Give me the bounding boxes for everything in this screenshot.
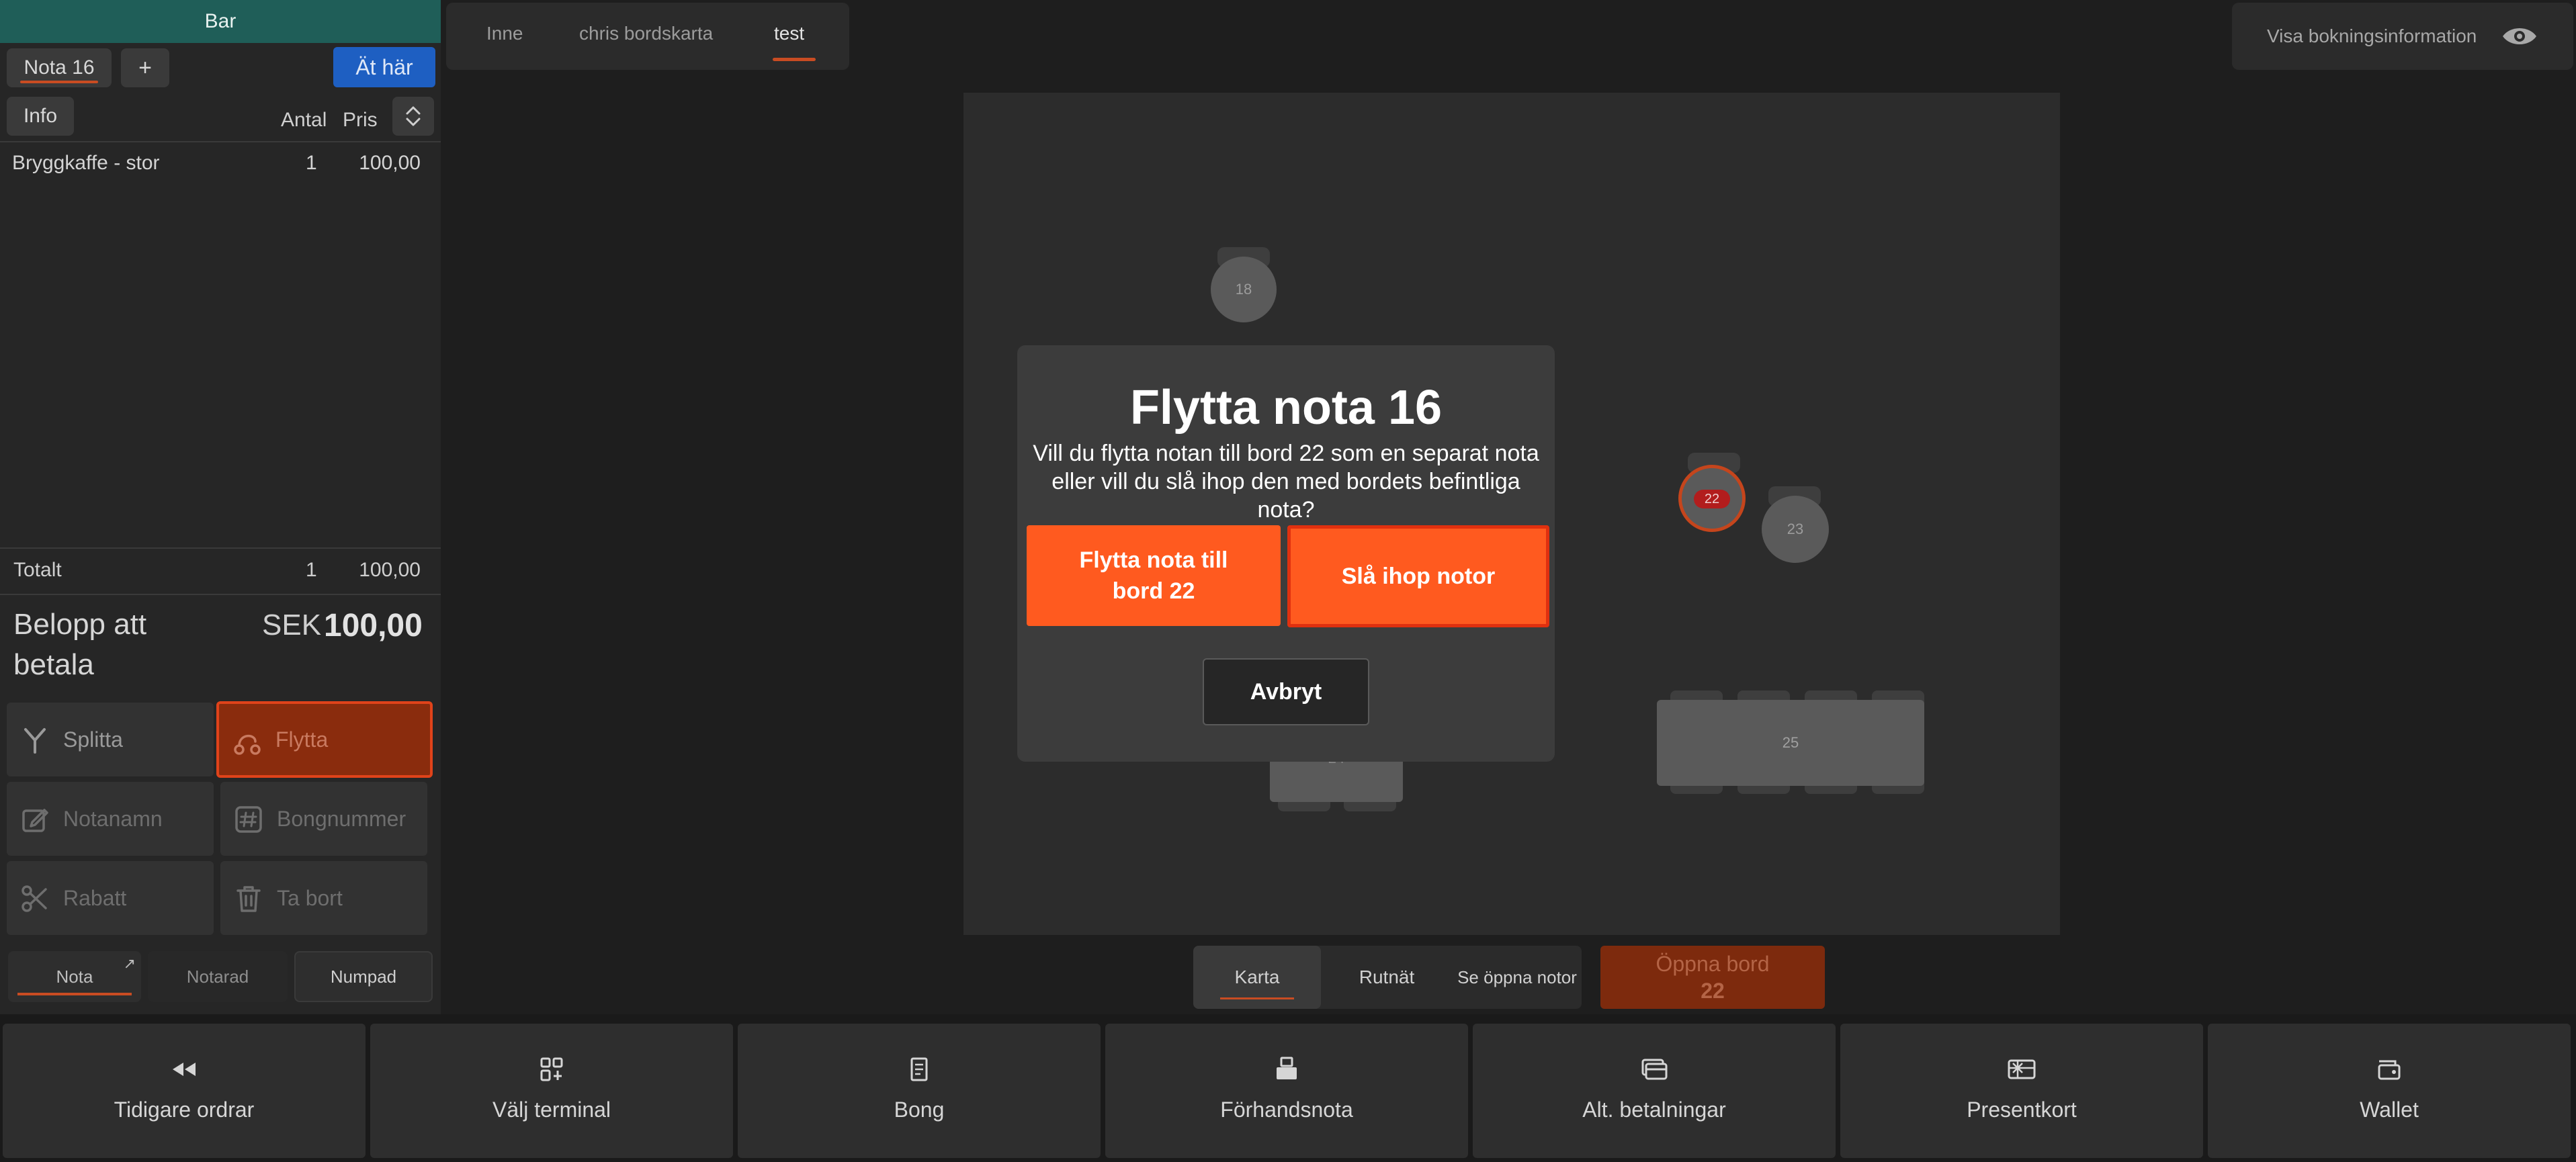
move-icon xyxy=(234,735,261,755)
open-table-button[interactable]: Öppna bord 22 xyxy=(1600,946,1825,1009)
total-label: Totalt xyxy=(13,559,62,581)
amount-due-value: 100,00 xyxy=(324,608,423,643)
add-nota-button[interactable]: + xyxy=(121,48,169,87)
booking-info-button[interactable]: Visa bokningsinformation xyxy=(2232,3,2573,70)
scissors-icon xyxy=(22,885,47,912)
previous-orders-label: Tidigare ordrar xyxy=(114,1098,255,1122)
gift-card-button[interactable]: Presentkort xyxy=(1840,1024,2203,1158)
wallet-label: Wallet xyxy=(2360,1098,2419,1122)
column-header-qty: Antal xyxy=(281,109,327,131)
table-18[interactable]: 18 xyxy=(1211,257,1277,322)
tab-active-indicator xyxy=(1220,997,1294,999)
delete-button[interactable]: Ta bort xyxy=(220,861,427,935)
tab-chris-bordskarta[interactable]: chris bordskarta xyxy=(579,23,713,44)
open-table-label: Öppna bord xyxy=(1656,952,1770,976)
tab-nota-16[interactable]: Nota 16 xyxy=(7,48,112,87)
dialog-message: Vill du flytta notan till bord 22 som en… xyxy=(1033,441,1539,523)
split-button[interactable]: Splitta xyxy=(7,703,214,776)
total-value: 100,00 xyxy=(359,559,421,581)
view-tab-map[interactable]: Karta xyxy=(1193,946,1321,1009)
discount-label: Rabatt xyxy=(63,885,127,910)
trash-icon xyxy=(237,886,261,912)
wallet-icon xyxy=(2378,1060,2401,1080)
cancel-button[interactable]: Avbryt xyxy=(1203,658,1369,725)
move-nota-dialog: Flytta nota 16 Vill du flytta notan till… xyxy=(1017,345,1555,762)
view-tab-map-label: Karta xyxy=(1234,967,1280,987)
note-name-button[interactable]: Notanamn xyxy=(7,782,214,856)
alt-payments-button[interactable]: Alt. betalningar xyxy=(1473,1024,1836,1158)
tab-active-indicator xyxy=(773,58,816,61)
item-name: Bryggkaffe - stor xyxy=(12,152,160,174)
bong-number-button[interactable]: Bongnummer xyxy=(220,782,427,856)
total-row: Totalt 1 100,00 xyxy=(0,556,441,590)
tab-test[interactable]: test xyxy=(774,23,804,44)
eat-here-button[interactable]: Ät här xyxy=(333,47,435,87)
eye-icon xyxy=(2503,28,2536,44)
total-qty: 1 xyxy=(306,559,317,581)
note-name-label: Notanamn xyxy=(63,806,163,831)
move-label: Flytta xyxy=(275,727,329,752)
bong-label: Bong xyxy=(894,1098,945,1122)
table-23[interactable]: 23 xyxy=(1762,496,1829,563)
terminal-header: Bar xyxy=(0,0,441,43)
table-22-badge: 22 xyxy=(1694,490,1730,508)
dialog-title: Flytta nota 16 xyxy=(1129,381,1443,435)
receipt-icon xyxy=(910,1057,928,1081)
order-item-row[interactable]: Bryggkaffe - stor 1 100,00 xyxy=(0,149,441,183)
view-tab-open-notes[interactable]: Se öppna notor xyxy=(1453,946,1582,1009)
tab-active-indicator xyxy=(20,81,98,83)
mode-tab-nota[interactable]: Nota ↗ xyxy=(8,951,141,1002)
wallet-button[interactable]: Wallet xyxy=(2208,1024,2571,1158)
info-button[interactable]: Info xyxy=(7,97,74,136)
tab-nota-label: Nota 16 xyxy=(24,56,95,79)
amount-due-label: Belopp att betala xyxy=(13,608,147,681)
pin-icon: ↗ xyxy=(123,955,136,972)
rewind-icon xyxy=(173,1063,196,1076)
hash-icon xyxy=(235,806,262,833)
table-25[interactable]: 25 xyxy=(1657,700,1924,786)
edit-icon xyxy=(22,809,48,832)
pre-bill-button[interactable]: Förhandsnota xyxy=(1105,1024,1468,1158)
move-button[interactable]: Flytta xyxy=(216,701,433,778)
view-tab-grid[interactable]: Rutnät xyxy=(1321,946,1453,1009)
gift-card-icon xyxy=(2008,1059,2036,1079)
bong-number-label: Bongnummer xyxy=(277,806,406,831)
table-22[interactable]: 22 xyxy=(1678,465,1746,532)
pre-bill-label: Förhandsnota xyxy=(1220,1098,1353,1122)
move-as-separate-button[interactable]: Flytta nota till bord 22 xyxy=(1027,525,1281,626)
discount-button[interactable]: Rabatt xyxy=(7,861,214,935)
split-label: Splitta xyxy=(63,727,123,752)
mode-nota-label: Nota xyxy=(56,966,93,987)
gift-card-label: Presentkort xyxy=(1967,1098,2077,1122)
alt-payments-label: Alt. betalningar xyxy=(1582,1098,1726,1122)
divider xyxy=(0,141,441,142)
split-icon xyxy=(24,728,46,754)
open-table-number: 22 xyxy=(1701,979,1725,1003)
previous-orders-button[interactable]: Tidigare ordrar xyxy=(3,1024,366,1158)
column-header-price: Pris xyxy=(343,109,378,131)
select-terminal-button[interactable]: Välj terminal xyxy=(370,1024,733,1158)
bong-button[interactable]: Bong xyxy=(738,1024,1101,1158)
sort-chevrons-icon xyxy=(406,106,421,126)
booking-info-label: Visa bokningsinformation xyxy=(2267,26,2477,46)
merge-notes-button[interactable]: Slå ihop notor xyxy=(1287,525,1549,627)
delete-label: Ta bort xyxy=(277,885,343,910)
divider xyxy=(0,594,441,595)
view-tabs: Karta Rutnät Se öppna notor xyxy=(1193,946,1582,1009)
amount-currency: SEK xyxy=(262,609,322,641)
mode-tab-notarad[interactable]: Notarad xyxy=(148,951,288,1002)
sort-button[interactable] xyxy=(392,97,434,136)
tab-inne[interactable]: Inne xyxy=(486,23,523,44)
item-price: 100,00 xyxy=(359,152,421,174)
item-qty: 1 xyxy=(306,152,317,174)
divider xyxy=(0,547,441,549)
printer-icon xyxy=(1277,1057,1297,1079)
tab-active-indicator xyxy=(17,993,132,995)
terminal-icon xyxy=(540,1057,563,1081)
mode-tab-numpad[interactable]: Numpad xyxy=(294,951,433,1002)
cards-icon xyxy=(1641,1059,1668,1080)
select-terminal-label: Välj terminal xyxy=(492,1098,611,1122)
